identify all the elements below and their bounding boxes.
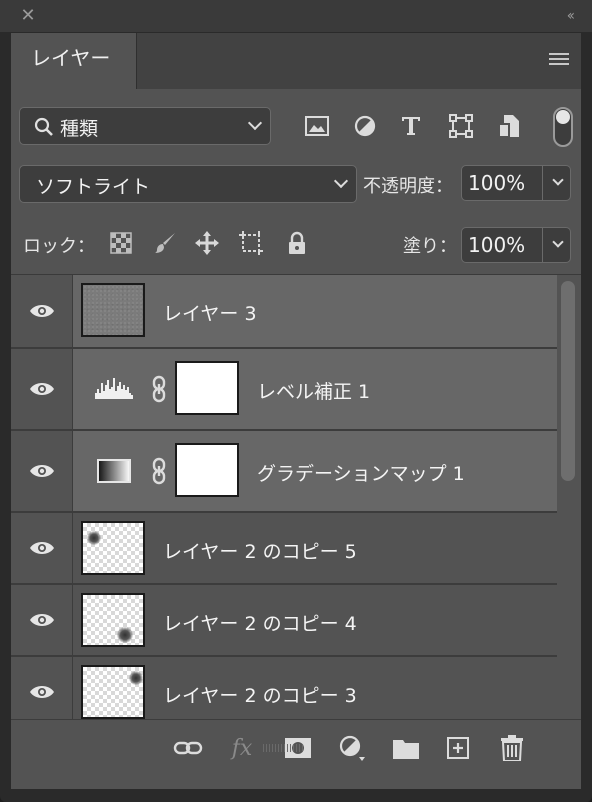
lock-all-padlock-icon[interactable] xyxy=(283,229,311,257)
opacity-dropdown-button[interactable] xyxy=(543,165,571,201)
collapse-icon[interactable]: ‹‹ xyxy=(567,6,575,26)
visibility-toggle[interactable] xyxy=(11,275,73,347)
levels-icon xyxy=(95,378,133,399)
link-chain-icon xyxy=(152,375,166,403)
new-adjustment-icon[interactable] xyxy=(337,734,367,762)
layer-thumbnail[interactable] xyxy=(81,521,145,575)
image-filter-icon[interactable] xyxy=(303,112,331,140)
filter-toggle-switch[interactable] xyxy=(553,107,573,147)
blend-mode-dropdown[interactable]: ソフトライト xyxy=(19,165,357,203)
layer-row[interactable]: レイヤー 2 のコピー 5 xyxy=(11,513,557,585)
layer-row[interactable]: レイヤー 2 のコピー 4 xyxy=(11,585,557,657)
lock-transparent-icon[interactable] xyxy=(107,229,135,257)
eye-icon xyxy=(29,614,54,626)
fx-label: fx xyxy=(231,735,253,761)
layer-name[interactable]: レイヤー 2 のコピー 3 xyxy=(163,681,357,708)
filter-row: 種類 xyxy=(11,89,581,159)
chevron-down-icon xyxy=(247,115,263,131)
blend-mode-value: ソフトライト xyxy=(36,176,151,198)
fill-field[interactable]: 100% xyxy=(461,227,543,263)
visibility-toggle[interactable] xyxy=(11,431,73,511)
layers-panel: レイヤー 種類 ソフトライト 不透明度： 100% ロック： 塗り： 100% … xyxy=(10,32,582,790)
lock-row: ロック： 塗り： 100% xyxy=(11,217,581,275)
lock-label: ロック： xyxy=(23,236,95,257)
adjustment-filter-icon[interactable] xyxy=(351,112,379,140)
gradient-map-icon xyxy=(97,459,131,483)
layer-row[interactable]: レベル補正 1 xyxy=(11,349,557,431)
layer-row[interactable]: グラデーションマップ 1 xyxy=(11,431,557,513)
fx-icon[interactable]: fx xyxy=(227,734,257,762)
visibility-toggle[interactable] xyxy=(11,513,73,583)
smart-object-filter-icon[interactable] xyxy=(495,112,523,140)
link-layers-icon[interactable] xyxy=(173,734,203,762)
layer-list: レイヤー 3 レベル補正 1 グラデーションマップ 1 レイヤー 2 のコピー … xyxy=(11,275,557,719)
opacity-label: 不透明度： xyxy=(363,176,453,197)
layer-row[interactable]: レイヤー 2 のコピー 3 xyxy=(11,657,557,719)
eye-icon xyxy=(29,305,54,317)
opacity-field[interactable]: 100% xyxy=(461,165,543,201)
eye-icon xyxy=(29,686,54,698)
layer-thumbnail[interactable] xyxy=(81,665,145,719)
layer-name[interactable]: レイヤー 2 のコピー 5 xyxy=(163,537,357,564)
layer-list-scrollbar[interactable] xyxy=(557,275,581,719)
layer-name[interactable]: レイヤー 3 xyxy=(163,299,257,326)
visibility-toggle[interactable] xyxy=(11,657,73,719)
opacity-stepper[interactable]: 100% xyxy=(461,165,571,201)
layer-mask-thumbnail[interactable] xyxy=(175,443,239,497)
eye-icon xyxy=(29,465,54,477)
chevron-down-icon xyxy=(333,173,349,189)
tab-layers[interactable]: レイヤー xyxy=(11,33,137,89)
lock-artboard-icon[interactable] xyxy=(237,229,265,257)
layer-row[interactable]: レイヤー 3 xyxy=(11,275,557,349)
lock-pixels-brush-icon[interactable] xyxy=(151,229,179,257)
close-icon[interactable]: ✕ xyxy=(18,6,38,26)
layer-mask-thumbnail[interactable] xyxy=(175,361,239,415)
visibility-toggle[interactable] xyxy=(11,349,73,429)
layer-thumbnail[interactable] xyxy=(81,593,145,647)
link-chain-icon xyxy=(152,457,166,485)
chevron-down-icon xyxy=(552,174,564,186)
lock-position-move-icon[interactable] xyxy=(193,229,221,257)
new-layer-icon[interactable] xyxy=(443,734,473,762)
eye-icon xyxy=(29,542,54,554)
eye-icon xyxy=(29,383,54,395)
kind-filter-dropdown[interactable]: 種類 xyxy=(19,107,271,145)
new-group-folder-icon[interactable] xyxy=(391,734,421,762)
scrollbar-thumb[interactable] xyxy=(561,281,575,481)
fill-stepper[interactable]: 100% xyxy=(461,227,571,263)
search-icon xyxy=(34,117,53,136)
visibility-toggle[interactable] xyxy=(11,585,73,655)
layer-name[interactable]: レイヤー 2 のコピー 4 xyxy=(163,609,357,636)
layers-panel-window: ✕ ‹‹ レイヤー 種類 ソフトライト 不透明度： 100% ロック： 塗り： … xyxy=(0,0,592,802)
layer-thumbnail[interactable] xyxy=(81,283,145,337)
resize-grip[interactable] xyxy=(263,744,303,752)
layer-name[interactable]: グラデーションマップ 1 xyxy=(257,459,465,486)
shape-filter-icon[interactable] xyxy=(447,112,475,140)
panel-menu-icon[interactable] xyxy=(549,53,569,69)
type-filter-icon[interactable] xyxy=(397,112,425,140)
chevron-down-icon xyxy=(552,236,564,248)
kind-filter-label: 種類 xyxy=(60,118,99,140)
delete-layer-trash-icon[interactable] xyxy=(497,734,527,762)
fill-label: 塗り： xyxy=(403,236,457,257)
panel-titlebar: ✕ ‹‹ xyxy=(0,0,592,32)
layer-name[interactable]: レベル補正 1 xyxy=(257,377,370,404)
tab-bar: レイヤー xyxy=(11,33,581,89)
blend-row: ソフトライト 不透明度： 100% xyxy=(11,159,581,217)
fill-dropdown-button[interactable] xyxy=(543,227,571,263)
